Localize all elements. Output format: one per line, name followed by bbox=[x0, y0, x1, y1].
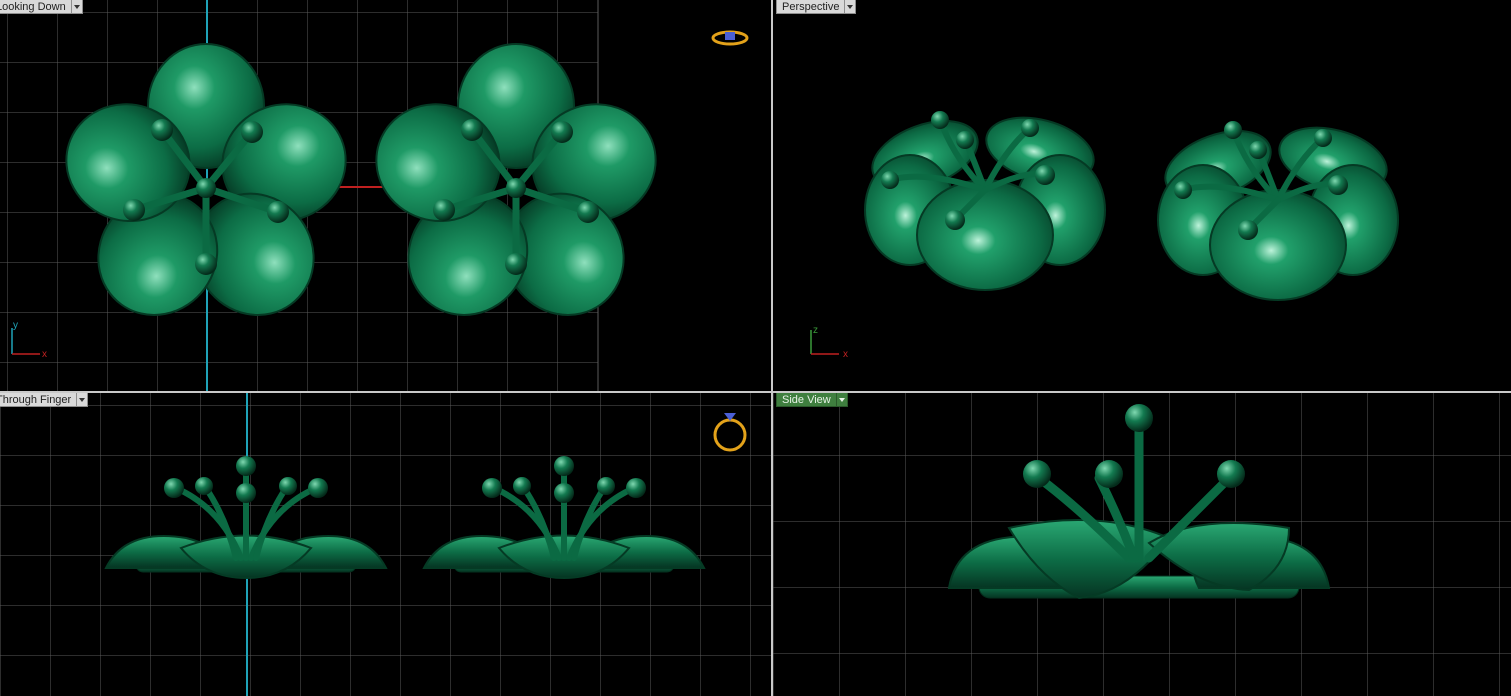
viewport-looking-down[interactable]: Looking Down y x bbox=[0, 0, 771, 391]
perspective-scene bbox=[773, 0, 1511, 391]
chevron-down-icon[interactable] bbox=[836, 393, 848, 407]
viewport-label-perspective[interactable]: Perspective bbox=[776, 0, 857, 14]
svg-text:x: x bbox=[843, 349, 848, 360]
viewport-label-looking-down[interactable]: Looking Down bbox=[0, 0, 83, 14]
chevron-down-icon[interactable] bbox=[71, 0, 83, 14]
svg-text:x: x bbox=[42, 349, 47, 360]
ring-side-view-icon[interactable] bbox=[710, 405, 750, 457]
chevron-down-icon[interactable] bbox=[845, 0, 857, 14]
ring-top-view-icon[interactable] bbox=[710, 26, 750, 50]
svg-text:z: z bbox=[813, 325, 818, 336]
viewport-side-view[interactable]: Side View bbox=[773, 393, 1511, 696]
viewport-perspective[interactable]: Perspective z x bbox=[773, 0, 1511, 391]
front-view-scene bbox=[0, 393, 771, 696]
viewport-through-finger[interactable]: Through Finger bbox=[0, 393, 771, 696]
top-view-scene bbox=[0, 0, 771, 391]
svg-text:y: y bbox=[13, 320, 18, 331]
side-view-scene bbox=[773, 393, 1511, 696]
flower-perspective-right bbox=[1156, 117, 1398, 300]
viewport-label-side-view[interactable]: Side View bbox=[776, 393, 848, 407]
axis-triad-icon: y x bbox=[11, 320, 47, 360]
chevron-down-icon[interactable] bbox=[77, 393, 89, 407]
axis-triad-icon: z x bbox=[810, 325, 848, 360]
flower-perspective-left bbox=[863, 107, 1105, 290]
viewport-label-through-finger[interactable]: Through Finger bbox=[0, 393, 89, 407]
